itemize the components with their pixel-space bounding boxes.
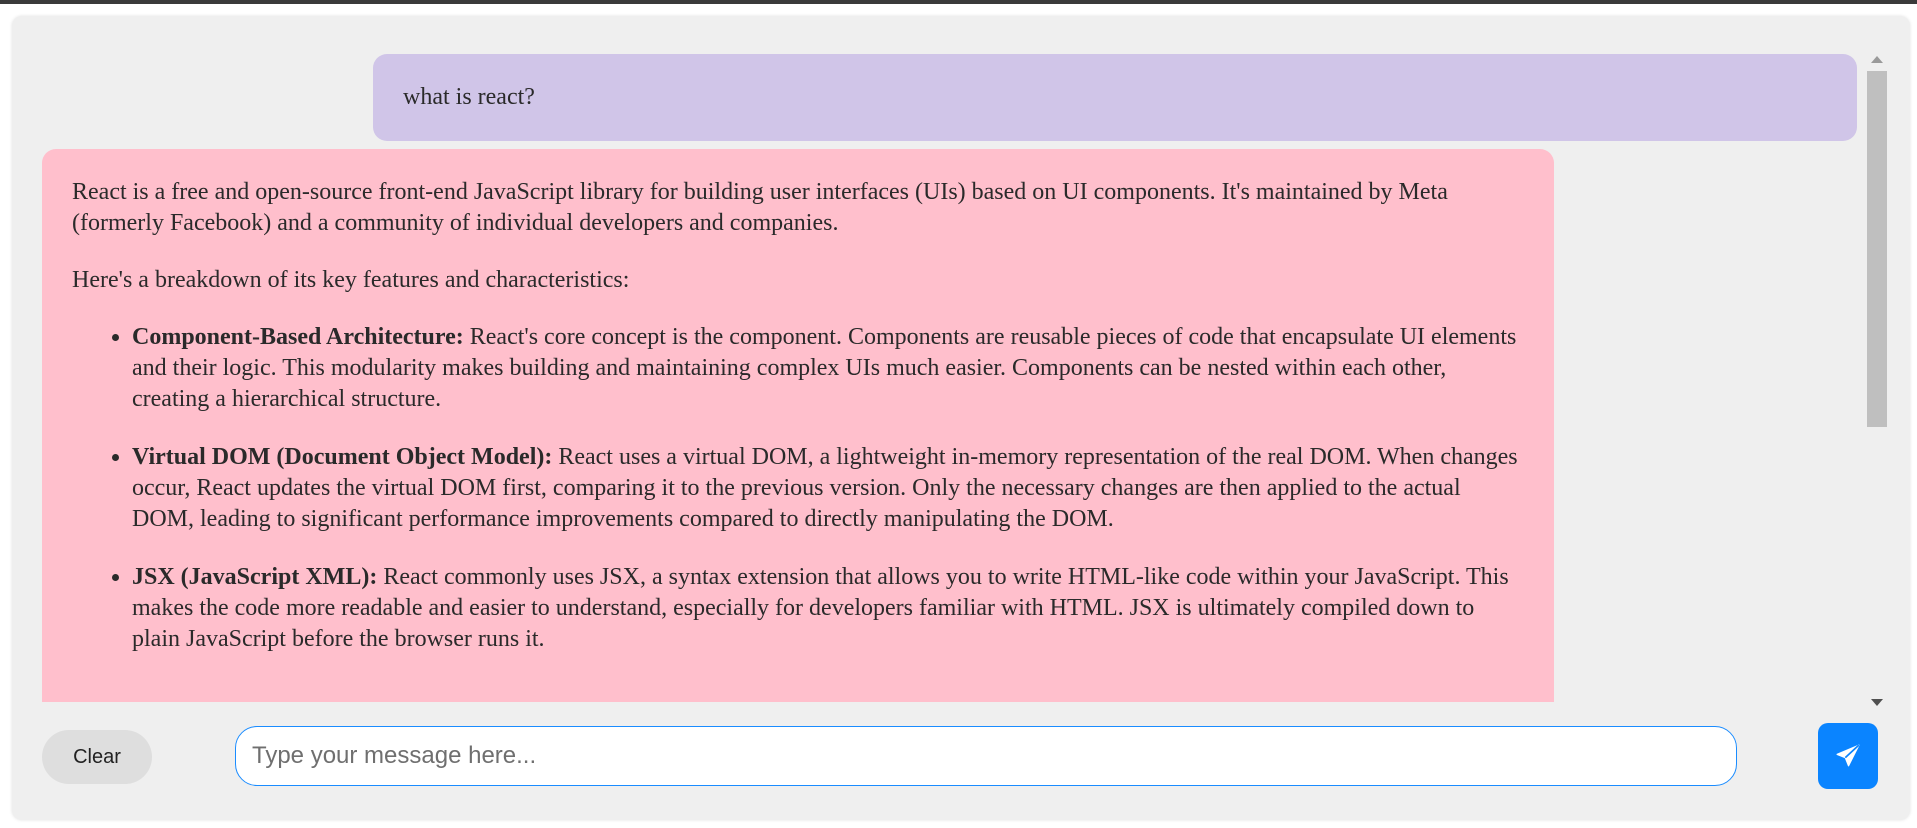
bot-message-bubble: React is a free and open-source front-en… [42,149,1554,702]
user-message-bubble: what is react? [373,54,1857,141]
chat-window: what is react? React is a free and open-… [12,16,1910,820]
feature-title: JSX (JavaScript XML): [132,564,378,590]
bot-lead-paragraph: Here's a breakdown of its key features a… [72,267,630,293]
scroll-up-arrow-icon[interactable] [1871,56,1883,63]
feature-title: Component-Based Architecture: [132,324,464,350]
message-scrollbar[interactable] [1865,56,1889,706]
clear-button[interactable]: Clear [42,730,152,784]
scrollbar-thumb[interactable] [1867,71,1887,427]
bot-intro-paragraph: React is a free and open-source front-en… [72,179,1448,236]
feature-title: Virtual DOM (Document Object Model): [132,444,553,470]
feature-list: Component-Based Architecture: React's co… [72,322,1524,655]
feature-item: JSX (JavaScript XML): React commonly use… [132,562,1524,655]
scroll-down-arrow-icon[interactable] [1871,699,1883,706]
feature-item: Virtual DOM (Document Object Model): Rea… [132,442,1524,535]
top-border [0,0,1917,4]
message-list: what is react? React is a free and open-… [12,16,1910,702]
user-message-text: what is react? [403,84,535,110]
feature-item: Component-Based Architecture: React's co… [132,322,1524,415]
message-input[interactable] [235,726,1737,786]
send-button[interactable] [1818,723,1878,789]
composer-bar: Clear [12,716,1910,808]
paper-plane-icon [1835,743,1861,769]
